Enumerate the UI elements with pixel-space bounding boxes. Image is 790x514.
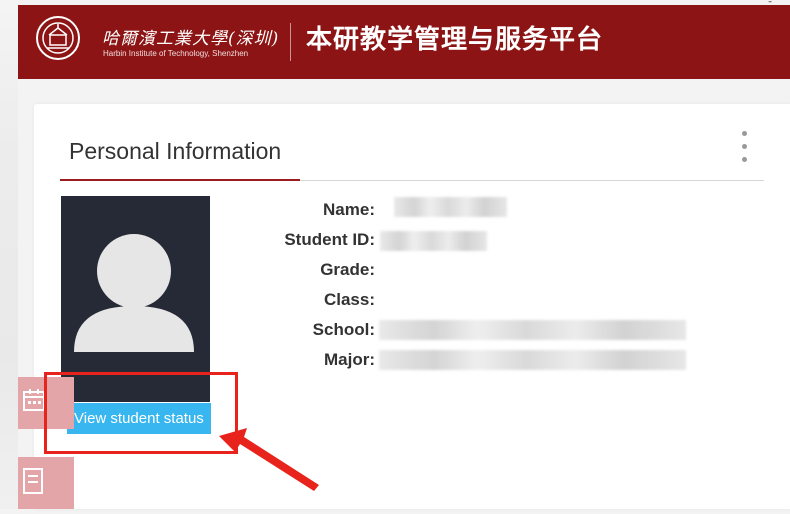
annotation-arrow-icon — [219, 428, 319, 491]
